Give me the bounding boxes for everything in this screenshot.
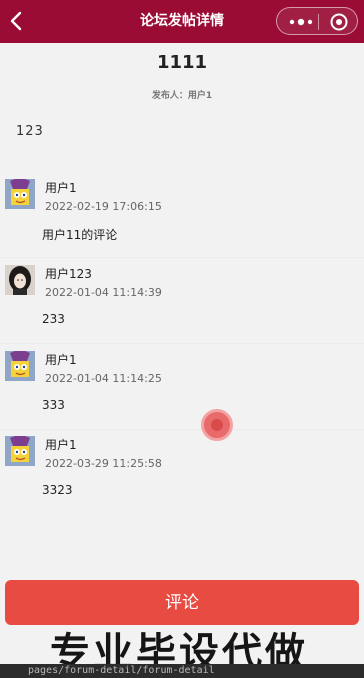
- comment-text: 333: [42, 398, 65, 412]
- user-avatar: [5, 351, 35, 381]
- comment-username: 用户1: [45, 353, 77, 367]
- close-target-icon[interactable]: [329, 12, 349, 32]
- comment-username: 用户1: [45, 438, 77, 452]
- navigation-bar: 论坛发帖详情: [0, 0, 364, 43]
- comment-divider: [0, 429, 364, 430]
- comment-timestamp: 2022-02-19 17:06:15: [45, 200, 162, 213]
- miniprogram-capsule: [276, 7, 358, 35]
- more-dots-icon[interactable]: [287, 14, 315, 30]
- comment-timestamp: 2022-01-04 11:14:25: [45, 372, 162, 385]
- comment-item: 用户1 2022-02-19 17:06:15 用户11的评论: [0, 179, 364, 263]
- post-content: 123: [16, 124, 44, 139]
- post-title: 1111: [156, 52, 208, 73]
- comment-button[interactable]: 评论: [5, 580, 359, 625]
- comment-item: 用户1 2022-03-29 11:25:58 3323: [0, 436, 364, 520]
- comment-item: 用户123 2022-01-04 11:14:39 233: [0, 265, 364, 349]
- capsule-divider: [318, 14, 319, 30]
- comment-divider: [0, 257, 364, 258]
- page-path: pages/forum-detail/forum-detail: [28, 665, 215, 676]
- post-author: 发布人：用户1: [151, 91, 213, 101]
- comment-username: 用户123: [45, 267, 92, 281]
- comment-text: 3323: [42, 483, 73, 497]
- user-avatar: [5, 179, 35, 209]
- comment-item: 用户1 2022-01-04 11:14:25 333: [0, 351, 364, 435]
- comment-text: 用户11的评论: [42, 228, 118, 242]
- touch-indicator: [201, 409, 233, 441]
- user-avatar: [5, 436, 35, 466]
- comment-timestamp: 2022-01-04 11:14:39: [45, 286, 162, 299]
- comment-username: 用户1: [45, 181, 77, 195]
- page-path-bar: pages/forum-detail/forum-detail: [0, 664, 364, 678]
- comment-timestamp: 2022-03-29 11:25:58: [45, 457, 162, 470]
- comment-divider: [0, 343, 364, 344]
- user-avatar: [5, 265, 35, 295]
- comment-text: 233: [42, 312, 65, 326]
